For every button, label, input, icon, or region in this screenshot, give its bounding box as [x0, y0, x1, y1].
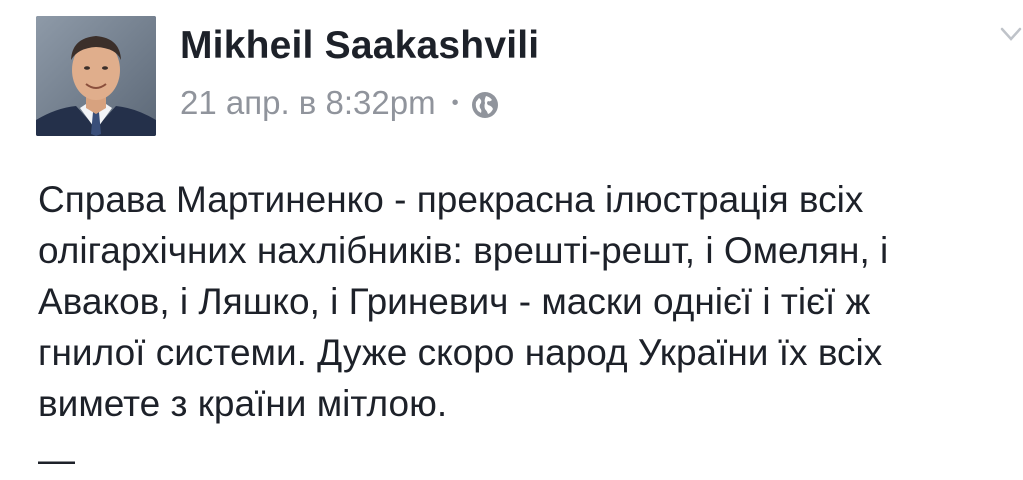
avatar[interactable] [36, 16, 156, 136]
post-timestamp[interactable]: 21 апр. в 8:32pm [180, 84, 436, 122]
avatar-portrait-image [36, 16, 156, 136]
facebook-post: Mikheil Saakashvili 21 апр. в 8:32pm • С… [0, 0, 1023, 480]
author-name[interactable]: Mikheil Saakashvili [180, 24, 539, 68]
meta-separator: • [451, 92, 459, 114]
post-meta: 21 апр. в 8:32pm • [180, 84, 499, 122]
chevron-down-icon[interactable] [1000, 26, 1022, 44]
globe-icon[interactable] [471, 89, 499, 118]
trailing-dash: — [38, 439, 75, 480]
post-text: Справа Мартиненко - прекрасна ілюстрація… [38, 179, 889, 424]
